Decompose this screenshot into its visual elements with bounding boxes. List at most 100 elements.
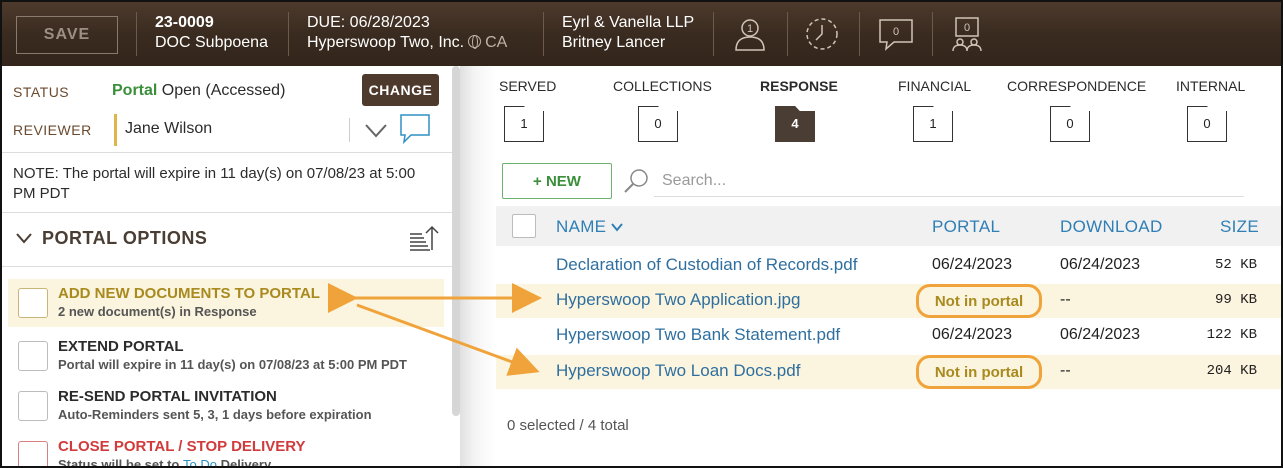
column-portal[interactable]: PORTAL	[932, 217, 1000, 237]
header-divider	[932, 12, 933, 56]
portal-expire-note: NOTE: The portal will expire in 11 day(s…	[13, 165, 416, 202]
case-info: 23-0009 DOC Subpoena	[155, 13, 268, 53]
option-add-documents[interactable]: ADD NEW DOCUMENTS TO PORTAL 2 new docume…	[8, 279, 444, 327]
header-bar: SAVE 23-0009 DOC Subpoena DUE: 06/28/202…	[2, 2, 1281, 66]
file-size: 52 KB	[1214, 257, 1257, 273]
folder-icon[interactable]: 0	[1187, 106, 1227, 142]
firm-info: Eyrl & Vanella LLP Britney Lancer	[562, 13, 694, 53]
divider	[2, 152, 452, 153]
checkbox[interactable]	[18, 288, 48, 318]
file-size: 122 KB	[1206, 327, 1257, 343]
file-name-link[interactable]: Hyperswoop Two Bank Statement.pdf	[556, 325, 840, 345]
file-name-link[interactable]: Hyperswoop Two Loan Docs.pdf	[556, 361, 800, 381]
save-button[interactable]: SAVE	[16, 16, 118, 54]
folder-icon[interactable]: 0	[638, 106, 678, 142]
clock-icon[interactable]	[802, 14, 842, 54]
status-value: Portal Open (Accessed)	[112, 82, 285, 100]
folder-count: 0	[1203, 116, 1211, 131]
folder-icon[interactable]: 1	[913, 106, 953, 142]
tab-correspondence[interactable]: CORRESPONDENCE	[1007, 78, 1146, 94]
people-count: 0	[964, 22, 970, 34]
case-number: 23-0009	[155, 14, 214, 31]
reviewer-label: REVIEWER	[13, 122, 92, 138]
option-subtitle: Status will be set to To Do Delivery	[58, 457, 271, 468]
download-date: 06/24/2023	[1060, 326, 1141, 343]
column-name-label: NAME	[556, 217, 607, 236]
subtitle-text: Status will be set to	[58, 457, 180, 468]
scrollbar[interactable]	[452, 66, 460, 416]
header-divider	[787, 12, 788, 56]
option-title: CLOSE PORTAL / STOP DELIVERY	[58, 438, 306, 455]
option-close-portal[interactable]: CLOSE PORTAL / STOP DELIVERY Status will…	[8, 432, 444, 468]
option-title: EXTEND PORTAL	[58, 338, 184, 355]
header-divider	[713, 12, 714, 56]
chevron-down-icon	[16, 228, 32, 249]
due-info: DUE: 06/28/2023 Hyperswoop Two, Inc. CA	[307, 13, 507, 53]
tab-served[interactable]: SERVED	[499, 78, 556, 94]
table-row[interactable]: Declaration of Custodian of Records.pdf …	[496, 249, 1281, 283]
table-row[interactable]: Hyperswoop Two Bank Statement.pdf 06/24/…	[496, 319, 1281, 353]
panel-divider	[460, 66, 496, 466]
folder-count: 4	[791, 116, 799, 131]
select-all-checkbox[interactable]	[512, 214, 536, 238]
tab-response[interactable]: RESPONSE	[760, 78, 838, 94]
portal-options-toggle[interactable]: PORTAL OPTIONS	[16, 228, 207, 249]
new-document-button[interactable]: + NEW	[502, 163, 612, 199]
option-extend-portal[interactable]: EXTEND PORTAL Portal will expire in 11 d…	[8, 332, 444, 380]
comment-icon[interactable]	[398, 112, 432, 151]
people-icon[interactable]: 0	[947, 14, 987, 54]
message-icon[interactable]: 0	[876, 14, 916, 54]
tab-collections[interactable]: COLLECTIONS	[613, 78, 712, 94]
contact-name: Britney Lancer	[562, 34, 666, 51]
chevron-down-icon[interactable]	[363, 118, 389, 147]
option-subtitle: Portal will expire in 11 day(s) on 07/08…	[58, 357, 407, 372]
change-status-button[interactable]: CHANGE	[362, 74, 439, 106]
folder-icon[interactable]: 0	[1050, 106, 1090, 142]
column-name[interactable]: NAME	[556, 217, 624, 237]
folder-count: 1	[520, 116, 528, 131]
status-label: STATUS	[13, 84, 70, 100]
divider	[2, 212, 452, 213]
select-divider	[349, 118, 350, 142]
folder-icon[interactable]: 1	[504, 106, 544, 142]
column-download[interactable]: DOWNLOAD	[1060, 217, 1163, 237]
party-name: Hyperswoop Two, Inc.	[307, 34, 465, 51]
header-divider	[543, 12, 544, 56]
case-type: DOC Subpoena	[155, 34, 268, 51]
reviewer-select[interactable]: Jane Wilson	[114, 114, 392, 146]
checkbox[interactable]	[18, 341, 48, 371]
portal-date: 06/24/2023	[932, 326, 1013, 343]
table-row[interactable]: Hyperswoop Two Loan Docs.pdf Not in port…	[496, 355, 1281, 389]
person-icon[interactable]: 1	[730, 14, 770, 54]
header-divider	[136, 12, 137, 56]
globe-icon	[468, 35, 482, 49]
to-do-link[interactable]: To Do	[183, 457, 217, 466]
message-count: 0	[893, 26, 899, 38]
selection-count: 0 selected / 4 total	[507, 417, 629, 434]
option-resend-invitation[interactable]: RE-SEND PORTAL INVITATION Auto-Reminders…	[8, 382, 444, 430]
folder-icon[interactable]: 4	[775, 106, 815, 142]
divider	[2, 266, 452, 267]
search-icon[interactable]	[622, 166, 652, 201]
portal-options-title: PORTAL OPTIONS	[42, 228, 208, 248]
column-size[interactable]: SIZE	[1220, 217, 1259, 237]
download-date: 06/24/2023	[1060, 256, 1141, 273]
download-date: --	[1060, 291, 1071, 308]
table-row[interactable]: Hyperswoop Two Application.jpg Not in po…	[496, 284, 1281, 318]
option-title: ADD NEW DOCUMENTS TO PORTAL	[58, 285, 320, 302]
upload-sort-icon[interactable]	[408, 224, 440, 259]
folder-count: 0	[654, 116, 662, 131]
folder-count: 1	[929, 116, 937, 131]
checkbox[interactable]	[18, 391, 48, 421]
checkbox[interactable]	[18, 441, 48, 466]
app-window: SAVE 23-0009 DOC Subpoena DUE: 06/28/202…	[0, 0, 1283, 468]
file-name-link[interactable]: Hyperswoop Two Application.jpg	[556, 290, 800, 310]
header-divider	[288, 12, 289, 56]
not-in-portal-badge: Not in portal	[916, 284, 1042, 318]
search-input[interactable]	[654, 165, 1244, 197]
download-date: --	[1060, 362, 1071, 379]
person-count: 1	[747, 23, 753, 35]
tab-financial[interactable]: FINANCIAL	[898, 78, 971, 94]
file-name-link[interactable]: Declaration of Custodian of Records.pdf	[556, 255, 857, 275]
tab-internal[interactable]: INTERNAL	[1176, 78, 1245, 94]
